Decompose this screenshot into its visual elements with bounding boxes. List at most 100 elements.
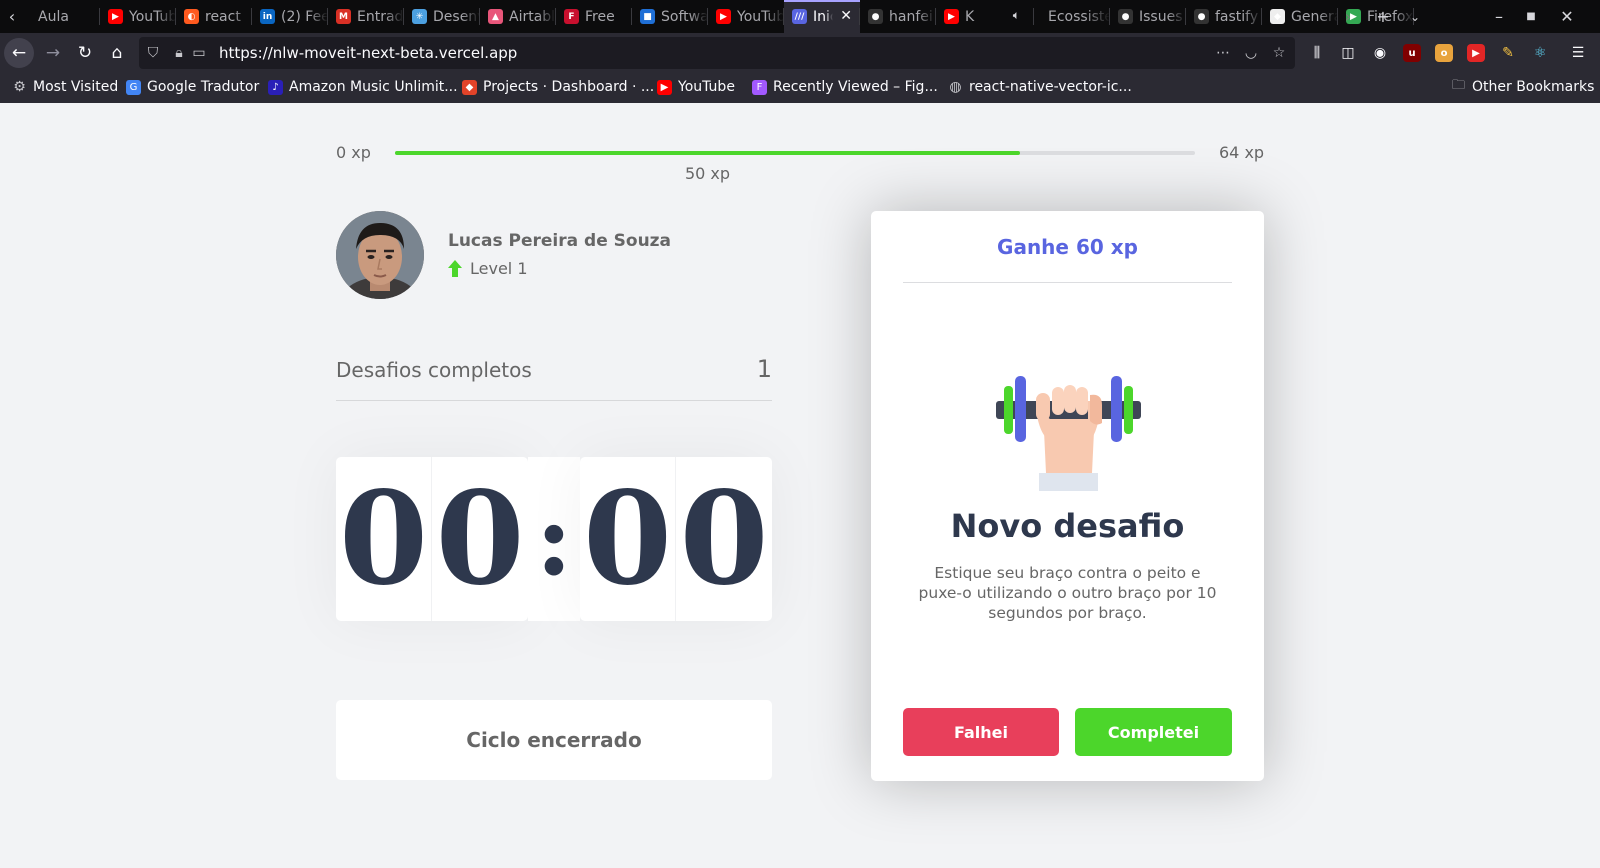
cycle-ended-button: Ciclo encerrado — [336, 700, 772, 780]
browser-tab[interactable]: ● Issues — [1110, 0, 1186, 33]
react-devtools-icon[interactable]: ⚛ — [1531, 44, 1549, 62]
browser-tab[interactable]: Ecossistema — [1034, 0, 1110, 33]
browser-tab[interactable]: ● fastify — [1186, 0, 1262, 33]
browser-tab[interactable]: M Entrada — [328, 0, 404, 33]
github-icon: ● — [1194, 9, 1209, 24]
bookmark-item[interactable]: ♪ Amazon Music Unlimit... — [268, 79, 458, 95]
browser-tab[interactable]: ▶ YouTube — [708, 0, 784, 33]
bookmarks-toolbar: ⚙ Most Visited G Google Tradutor ♪ Amazon Mus… — [0, 73, 1600, 103]
figma-icon: F — [752, 79, 767, 95]
google-translate-icon: G — [126, 79, 141, 95]
minimize-window-icon[interactable]: – — [1484, 0, 1514, 33]
browser-tab-title: Entrada — [357, 8, 404, 25]
xp-min-label: 0 xp — [336, 143, 371, 162]
home-icon[interactable]: ⌂ — [102, 38, 132, 68]
youtube-extension-icon[interactable]: ▶ — [1467, 44, 1485, 62]
back-arrow-icon[interactable]: ← — [4, 38, 34, 68]
browser-tab-title: fastify — [1215, 8, 1259, 25]
linkedin-icon: in — [260, 9, 275, 24]
airtable-icon: ▲ — [488, 9, 503, 24]
firefox-relay-icon: ◐ — [184, 9, 199, 24]
browser-tab[interactable]: ● hanfei — [860, 0, 936, 33]
lock-icon: 🔒︎ — [175, 45, 183, 61]
page-actions-icon[interactable]: ⋯ — [1215, 45, 1231, 61]
browser-tab-title: Inicio — [813, 8, 833, 25]
browser-tab-title: Issues — [1139, 8, 1183, 25]
bookmark-star-icon[interactable]: ☆ — [1271, 45, 1287, 61]
bookmark-item[interactable]: ◍ react-native-vector-ic... — [948, 79, 1131, 95]
account-icon[interactable]: ◉ — [1372, 45, 1388, 61]
browser-tab-title: Aula — [38, 8, 69, 25]
avatar — [336, 211, 424, 299]
gear-icon: ⚙ — [13, 79, 26, 95]
speaker-icon[interactable]: 🔈︎ — [1013, 8, 1020, 23]
browser-tab[interactable]: ■ Software — [632, 0, 708, 33]
extension-owl-icon[interactable]: o — [1435, 44, 1453, 62]
countdown-separator: : — [528, 457, 580, 621]
wappalyzer-icon[interactable]: ✎ — [1499, 44, 1517, 62]
browser-tab[interactable]: ◆ Generate — [1262, 0, 1338, 33]
globe-icon: ◍ — [949, 79, 962, 95]
gitlab-icon: ◆ — [462, 79, 477, 95]
other-bookmarks-label: Other Bookmarks — [1472, 79, 1595, 95]
other-bookmarks[interactable]: 🗀︎ Other Bookmarks — [1451, 78, 1595, 95]
browser-tab[interactable]: ◐ react — [176, 0, 252, 33]
browser-tab-title: hanfei — [889, 8, 933, 25]
bird-icon: ◆ — [1270, 9, 1285, 24]
library-icon[interactable]: ⫼ — [1309, 45, 1325, 61]
challenge-title: Novo desafio — [950, 507, 1185, 545]
maximize-window-icon[interactable]: ■ — [1516, 0, 1546, 33]
bookmark-item[interactable]: ◆ Projects · Dashboard · ... — [462, 79, 654, 95]
tab-scroll-right-icon[interactable]: › — [1336, 0, 1360, 33]
new-tab-icon[interactable]: + — [1368, 0, 1398, 33]
pocket-icon[interactable]: ◡ — [1243, 45, 1259, 61]
moveit-icon: /// — [792, 9, 807, 24]
reload-icon[interactable]: ↻ — [70, 38, 100, 68]
cube-icon: ■ — [640, 9, 655, 24]
browser-tab-title: YouTube — [737, 8, 784, 25]
menu-hamburger-icon[interactable]: ☰ — [1570, 45, 1586, 61]
xp-max-label: 64 xp — [1219, 143, 1265, 162]
ublock-icon[interactable]: u — [1403, 44, 1421, 62]
bookmark-item[interactable]: F Recently Viewed – Fig... — [752, 79, 938, 95]
tab-bar: ‹ Aula ▶ YouTube ◐ react in (2) Feed M Entrada ✳ D… — [0, 0, 1600, 33]
close-window-icon[interactable]: ✕ — [1552, 0, 1582, 33]
browser-tab[interactable]: F Free — [556, 0, 632, 33]
browser-tab-title: Ecossistema — [1048, 8, 1110, 25]
dumbbell-arm-icon — [996, 376, 1141, 491]
level-up-arrow-icon — [448, 260, 462, 277]
browser-tab[interactable]: ▶ YouTube — [100, 0, 176, 33]
challenge-failed-button[interactable]: Falhei — [903, 708, 1059, 756]
challenge-xp-header: Ganhe 60 xp — [903, 211, 1232, 283]
shield-icon[interactable]: ⛉ — [145, 45, 161, 61]
browser-tab[interactable]: ▶ K 🔈︎ — [936, 0, 1034, 33]
browser-tab-title: Generate — [1291, 8, 1338, 25]
challenge-completed-button[interactable]: Completei — [1075, 708, 1232, 756]
close-tab-icon[interactable]: ✕ — [840, 8, 852, 24]
bookmark-item[interactable]: ▶ YouTube — [657, 79, 735, 95]
browser-tab-title: Free — [585, 8, 615, 25]
browser-tab[interactable]: Aula — [24, 0, 100, 33]
xp-track — [395, 151, 1195, 155]
completed-challenges-label: Desafios completos — [336, 358, 532, 382]
permissions-icon[interactable]: ▭ — [191, 45, 207, 61]
seconds-box: 0 0 — [580, 457, 772, 621]
profile-level: Level 1 — [448, 259, 528, 278]
browser-tab[interactable]: ✳ Desenvolvimento — [404, 0, 480, 33]
browser-tab[interactable]: in (2) Feed — [252, 0, 328, 33]
url-text[interactable]: https://nlw-moveit-next-beta.vercel.app — [219, 44, 517, 62]
bookmark-label: Amazon Music Unlimit... — [289, 79, 458, 95]
browser-tab[interactable]: ▲ Airtable — [480, 0, 556, 33]
second-digit-right: 0 — [679, 464, 769, 614]
url-bar[interactable]: ⛉ 🔒︎ ▭ https://nlw-moveit-next-beta.verc… — [139, 37, 1295, 69]
browser-tab-title: Software — [661, 8, 708, 25]
browser-tab-title: K — [965, 8, 975, 25]
browser-tab[interactable]: /// Inicio ✕ — [784, 0, 860, 33]
tab-list-chevron-icon[interactable]: ⌄ — [1400, 0, 1430, 33]
bookmark-item[interactable]: G Google Tradutor — [126, 79, 259, 95]
sidebar-icon[interactable]: ◫ — [1340, 45, 1356, 61]
bookmark-item[interactable]: ⚙ Most Visited — [12, 79, 118, 95]
youtube-icon: ▶ — [716, 9, 731, 24]
forward-arrow-icon[interactable]: → — [38, 38, 68, 68]
tab-scroll-left-icon[interactable]: ‹ — [0, 0, 24, 33]
